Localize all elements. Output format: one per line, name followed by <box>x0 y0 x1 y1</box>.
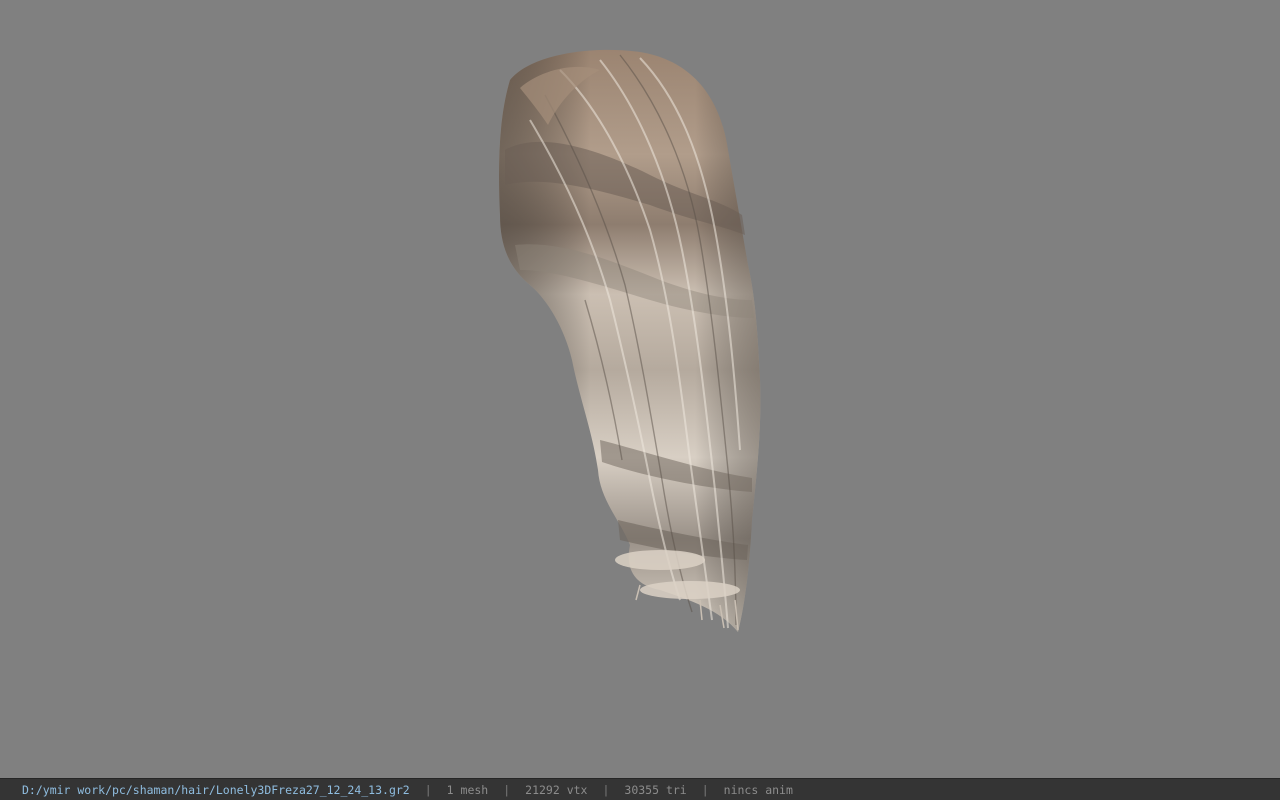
file-path: D:/ymir work/pc/shaman/hair/Lonely3DFrez… <box>22 782 410 797</box>
hair-mesh-icon <box>499 49 761 633</box>
status-bar: D:/ymir work/pc/shaman/hair/Lonely3DFrez… <box>0 778 1280 800</box>
separator: | <box>424 782 432 797</box>
triangle-count: 30355 tri <box>624 782 687 797</box>
separator: | <box>701 782 709 797</box>
3d-viewport[interactable] <box>0 0 1280 778</box>
mesh-count: 1 mesh <box>446 782 489 797</box>
separator: | <box>503 782 511 797</box>
vertex-count: 21292 vtx <box>525 782 588 797</box>
hair-model <box>499 49 761 633</box>
separator: | <box>602 782 610 797</box>
animation-status: nincs anim <box>723 782 793 797</box>
